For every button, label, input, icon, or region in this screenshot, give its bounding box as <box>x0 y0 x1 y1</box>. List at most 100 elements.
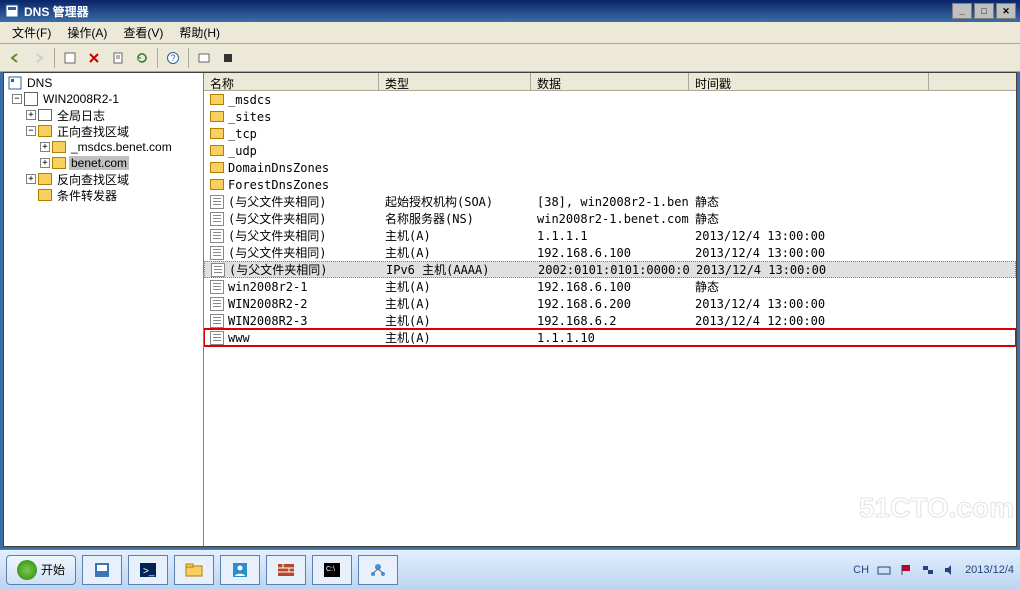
list-row[interactable]: (与父文件夹相同)主机(A)1.1.1.12013/12/4 13:00:00 <box>204 227 1016 244</box>
main-panel: DNS − WIN2008R2-1 + 全局日志 − 正向查找区域 + _msd… <box>3 72 1017 547</box>
tree-reverse-zone[interactable]: + 反向查找区域 <box>6 171 201 187</box>
list-row[interactable]: _sites <box>204 108 1016 125</box>
folder-icon <box>52 157 66 169</box>
separator <box>188 48 189 68</box>
tree-view[interactable]: DNS − WIN2008R2-1 + 全局日志 − 正向查找区域 + _msd… <box>4 73 204 546</box>
tree-forward-zone[interactable]: − 正向查找区域 <box>6 123 201 139</box>
app-icon <box>4 3 20 19</box>
properties-button[interactable] <box>107 47 129 69</box>
windows-orb-icon <box>17 560 37 580</box>
record-icon <box>210 246 224 260</box>
menu-action[interactable]: 操作(A) <box>59 22 115 43</box>
tree-benet-zone[interactable]: + benet.com <box>6 155 201 171</box>
list-view: 名称 类型 数据 时间戳 _msdcs_sites_tcp_udpDomainD… <box>204 73 1016 546</box>
folder-icon <box>210 111 224 122</box>
list-row[interactable]: (与父文件夹相同)起始授权机构(SOA)[38], win2008r2-1.be… <box>204 193 1016 210</box>
list-row[interactable]: _msdcs <box>204 91 1016 108</box>
ime-indicator[interactable]: CH <box>853 564 869 576</box>
close-button[interactable]: ✕ <box>996 3 1016 19</box>
help-toolbar-button[interactable]: ? <box>162 47 184 69</box>
list-row[interactable]: WIN2008R2-2主机(A)192.168.6.2002013/12/4 1… <box>204 295 1016 312</box>
folder-icon <box>38 125 52 137</box>
task-ad-users[interactable] <box>220 555 260 585</box>
task-powershell[interactable]: >_ <box>128 555 168 585</box>
toolbar: ? <box>0 44 1020 72</box>
collapse-icon[interactable]: − <box>12 94 22 104</box>
svg-text:C:\: C:\ <box>326 566 335 573</box>
tree-root-dns[interactable]: DNS <box>6 75 201 91</box>
delete-button[interactable] <box>83 47 105 69</box>
volume-icon[interactable] <box>943 563 957 577</box>
column-timestamp[interactable]: 时间戳 <box>689 73 929 90</box>
start-button[interactable]: 开始 <box>6 555 76 585</box>
folder-icon <box>210 128 224 139</box>
expand-icon[interactable]: + <box>40 142 50 152</box>
window-buttons: _ □ ✕ <box>952 3 1016 19</box>
column-data[interactable]: 数据 <box>531 73 689 90</box>
list-row[interactable]: _udp <box>204 142 1016 159</box>
tree-conditional-forwarders[interactable]: 条件转发器 <box>6 187 201 203</box>
folder-icon <box>38 109 52 121</box>
separator <box>54 48 55 68</box>
list-row[interactable]: _tcp <box>204 125 1016 142</box>
list-row[interactable]: (与父文件夹相同)名称服务器(NS)win2008r2-1.benet.com.… <box>204 210 1016 227</box>
record-icon <box>210 195 224 209</box>
svg-text:?: ? <box>170 53 175 63</box>
record-icon <box>210 280 224 294</box>
folder-icon <box>210 145 224 156</box>
column-type[interactable]: 类型 <box>379 73 531 90</box>
task-explorer[interactable] <box>174 555 214 585</box>
system-tray[interactable]: CH 2013/12/4 <box>853 563 1014 577</box>
filter-button[interactable] <box>193 47 215 69</box>
back-button[interactable] <box>4 47 26 69</box>
record-icon <box>211 263 225 277</box>
forward-button[interactable] <box>28 47 50 69</box>
record-icon <box>210 297 224 311</box>
svg-text:>_: >_ <box>143 566 155 577</box>
stop-button[interactable] <box>217 47 239 69</box>
task-cmd[interactable]: C:\ <box>312 555 352 585</box>
menu-help[interactable]: 帮助(H) <box>171 22 228 43</box>
title-bar: DNS 管理器 _ □ ✕ <box>0 0 1020 22</box>
record-icon <box>210 229 224 243</box>
folder-icon <box>210 94 224 105</box>
folder-icon <box>52 141 66 153</box>
list-row[interactable]: (与父文件夹相同)IPv6 主机(AAAA)2002:0101:0101:000… <box>204 261 1016 278</box>
menu-file[interactable]: 文件(F) <box>4 22 59 43</box>
tree-server[interactable]: − WIN2008R2-1 <box>6 91 201 107</box>
expand-icon[interactable]: + <box>26 110 36 120</box>
list-row[interactable]: www主机(A)1.1.1.10 <box>204 329 1016 346</box>
folder-icon <box>38 173 52 185</box>
flag-icon[interactable] <box>899 563 913 577</box>
folder-icon <box>38 189 52 201</box>
menu-view[interactable]: 查看(V) <box>115 22 171 43</box>
tree-msdcs-zone[interactable]: + _msdcs.benet.com <box>6 139 201 155</box>
tree-global-log[interactable]: + 全局日志 <box>6 107 201 123</box>
list-row[interactable]: WIN2008R2-3主机(A)192.168.6.22013/12/4 12:… <box>204 312 1016 329</box>
folder-icon <box>210 162 224 173</box>
task-firewall[interactable] <box>266 555 306 585</box>
list-body[interactable]: _msdcs_sites_tcp_udpDomainDnsZonesForest… <box>204 91 1016 546</box>
record-icon <box>210 314 224 328</box>
keyboard-icon[interactable] <box>877 563 891 577</box>
minimize-button[interactable]: _ <box>952 3 972 19</box>
list-row[interactable]: DomainDnsZones <box>204 159 1016 176</box>
list-row[interactable]: ForestDnsZones <box>204 176 1016 193</box>
network-tray-icon[interactable] <box>921 563 935 577</box>
list-row[interactable]: (与父文件夹相同)主机(A)192.168.6.1002013/12/4 13:… <box>204 244 1016 261</box>
list-row[interactable]: win2008r2-1主机(A)192.168.6.100静态 <box>204 278 1016 295</box>
folder-icon <box>210 179 224 190</box>
record-icon <box>210 212 224 226</box>
refresh-button[interactable] <box>131 47 153 69</box>
expand-icon[interactable]: + <box>40 158 50 168</box>
new-button[interactable] <box>59 47 81 69</box>
task-dns[interactable] <box>358 555 398 585</box>
separator <box>157 48 158 68</box>
column-name[interactable]: 名称 <box>204 73 379 90</box>
taskbar: 开始 >_ C:\ CH 2013/12/4 <box>0 549 1020 589</box>
task-server-manager[interactable] <box>82 555 122 585</box>
expand-icon[interactable]: + <box>26 174 36 184</box>
maximize-button[interactable]: □ <box>974 3 994 19</box>
collapse-icon[interactable]: − <box>26 126 36 136</box>
tray-clock[interactable]: 2013/12/4 <box>965 564 1014 576</box>
